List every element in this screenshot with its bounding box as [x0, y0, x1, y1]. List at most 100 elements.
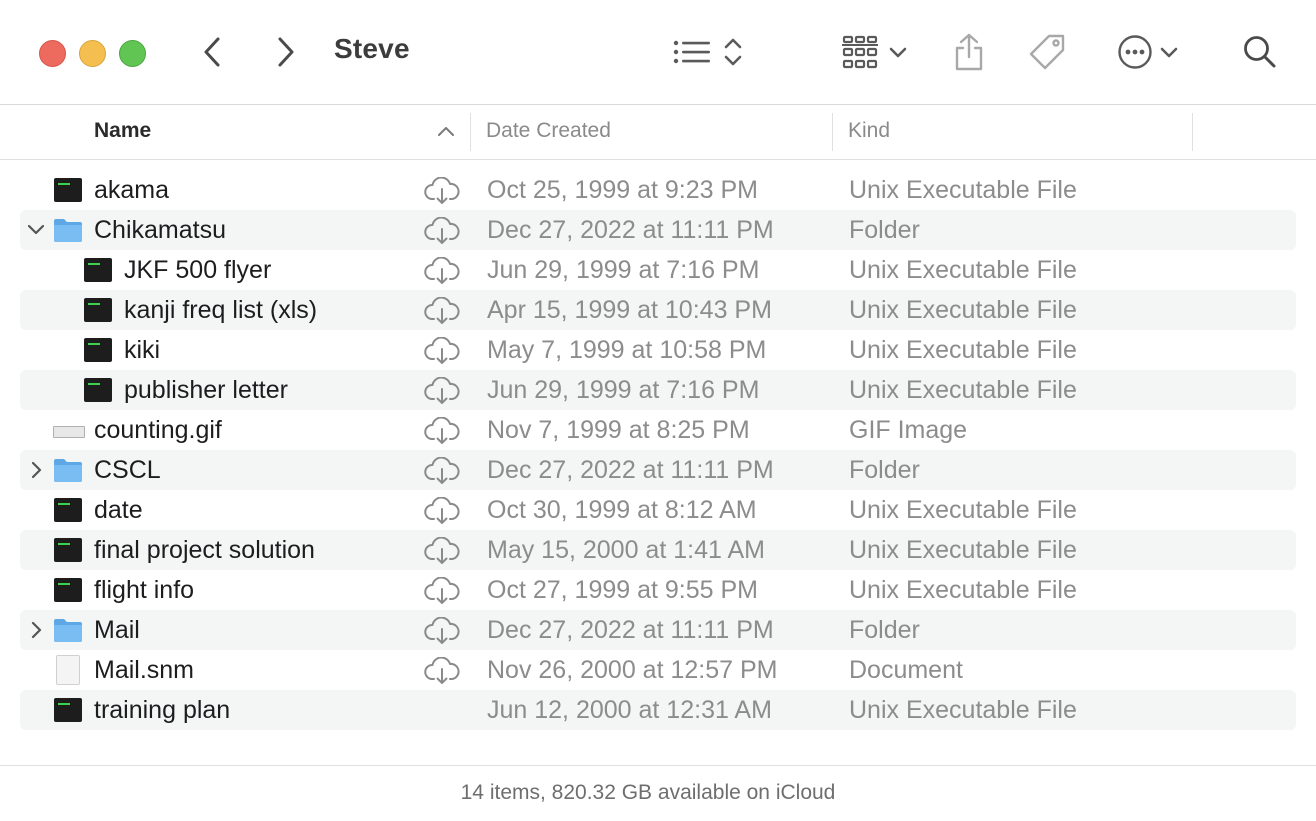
date-created: Jun 29, 1999 at 7:16 PM	[487, 256, 760, 284]
date-created: Dec 27, 2022 at 11:11 PM	[487, 616, 774, 644]
forward-icon	[278, 37, 294, 67]
file-row[interactable]: counting.gif Nov 7, 1999 at 8:25 PM GIF Im…	[20, 410, 1296, 450]
file-name: counting.gif	[94, 416, 222, 444]
date-created: Oct 30, 1999 at 8:12 AM	[487, 496, 757, 524]
folder-icon	[53, 457, 83, 482]
file-name: flight info	[94, 576, 195, 604]
icloud-download-icon[interactable]	[424, 336, 460, 365]
unix-executable-icon	[54, 538, 82, 562]
file-kind: Unix Executable File	[849, 696, 1077, 724]
date-created: Oct 25, 1999 at 9:23 PM	[487, 176, 758, 204]
tag-button[interactable]	[1024, 26, 1070, 78]
column-divider[interactable]	[832, 113, 833, 151]
chevron-down-icon	[1160, 47, 1178, 58]
file-row[interactable]: JKF 500 flyer Jun 29, 1999 at 7:16 PM Unix…	[20, 250, 1296, 290]
tag-icon	[1029, 34, 1065, 70]
file-row[interactable]: date Oct 30, 1999 at 8:12 AM Unix Executab…	[20, 490, 1296, 530]
file-row[interactable]: CSCL Dec 27, 2022 at 11:11 PM Folder	[20, 450, 1296, 490]
file-name: JKF 500 flyer	[124, 256, 272, 284]
file-row[interactable]: Mail Dec 27, 2022 at 11:11 PM Folder	[20, 610, 1296, 650]
unix-executable-icon	[84, 298, 112, 322]
document-icon	[56, 655, 80, 685]
unix-executable-icon	[54, 498, 82, 522]
share-icon	[955, 33, 983, 71]
unix-executable-icon	[54, 178, 82, 202]
share-button[interactable]	[948, 26, 990, 78]
icloud-download-icon[interactable]	[424, 256, 460, 285]
file-kind: Unix Executable File	[849, 496, 1077, 524]
icloud-download-icon[interactable]	[424, 296, 460, 325]
close-window-button[interactable]	[39, 40, 66, 67]
file-row[interactable]: publisher letter Jun 29, 1999 at 7:16 PM U…	[20, 370, 1296, 410]
date-created: May 7, 1999 at 10:58 PM	[487, 336, 767, 364]
disclosure-collapsed-icon[interactable]	[26, 620, 46, 640]
disclosure-collapsed-icon[interactable]	[26, 460, 46, 480]
icloud-download-icon[interactable]	[424, 496, 460, 525]
view-options-button[interactable]	[668, 26, 748, 78]
column-divider[interactable]	[1192, 113, 1193, 151]
unix-executable-icon	[84, 338, 112, 362]
icloud-download-icon[interactable]	[424, 416, 460, 445]
column-header-kind[interactable]: Kind	[848, 119, 890, 143]
toolbar: Steve	[0, 0, 1316, 105]
sort-ascending-icon[interactable]	[437, 124, 455, 138]
disclosure-expanded-icon[interactable]	[26, 220, 46, 240]
window-title: Steve	[334, 33, 410, 64]
back-icon	[204, 37, 220, 67]
icloud-download-icon[interactable]	[424, 176, 460, 205]
file-row[interactable]: kiki May 7, 1999 at 10:58 PM Unix Executab…	[20, 330, 1296, 370]
icloud-download-icon[interactable]	[424, 456, 460, 485]
chevron-down-icon	[889, 47, 907, 58]
file-name: publisher letter	[124, 376, 288, 404]
file-row[interactable]: kanji freq list (xls) Apr 15, 1999 at 10:…	[20, 290, 1296, 330]
icloud-download-icon[interactable]	[424, 216, 460, 245]
unix-executable-icon	[84, 378, 112, 402]
icloud-download-icon[interactable]	[424, 376, 460, 405]
sort-chevrons-icon	[724, 38, 742, 66]
zoom-window-button[interactable]	[119, 40, 146, 67]
file-name: Chikamatsu	[94, 216, 226, 244]
unix-executable-icon	[54, 578, 82, 602]
file-row[interactable]: training plan Jun 12, 2000 at 12:31 AM Uni…	[20, 690, 1296, 730]
column-header-bar: Name Date Created Kind	[0, 105, 1316, 160]
file-row[interactable]: flight info Oct 27, 1999 at 9:55 PM Unix E…	[20, 570, 1296, 610]
file-kind: GIF Image	[849, 416, 968, 444]
file-row[interactable]: Chikamatsu Dec 27, 2022 at 11:11 PM Folder	[20, 210, 1296, 250]
group-by-button[interactable]	[836, 26, 912, 78]
more-actions-button[interactable]	[1112, 26, 1184, 78]
icloud-download-icon[interactable]	[424, 656, 460, 685]
file-row[interactable]: akama Oct 25, 1999 at 9:23 PM Unix Executa…	[20, 170, 1296, 210]
group-by-icon	[842, 35, 878, 69]
date-created: Jun 12, 2000 at 12:31 AM	[487, 696, 772, 724]
date-created: Dec 27, 2022 at 11:11 PM	[487, 456, 774, 484]
gif-image-icon	[53, 426, 85, 438]
search-button[interactable]	[1240, 26, 1280, 78]
forward-button[interactable]	[268, 26, 302, 78]
file-name: akama	[94, 176, 170, 204]
list-view-icon	[673, 40, 710, 64]
back-button[interactable]	[196, 26, 230, 78]
icloud-download-icon[interactable]	[424, 616, 460, 645]
folder-icon	[53, 617, 83, 642]
column-divider[interactable]	[470, 113, 471, 151]
file-kind: Unix Executable File	[849, 296, 1077, 324]
file-kind: Unix Executable File	[849, 576, 1077, 604]
folder-icon	[53, 217, 83, 242]
unix-executable-icon	[84, 258, 112, 282]
file-row[interactable]: final project solution May 15, 2000 at 1:…	[20, 530, 1296, 570]
file-kind: Unix Executable File	[849, 256, 1077, 284]
date-created: Dec 27, 2022 at 11:11 PM	[487, 216, 774, 244]
icloud-download-icon[interactable]	[424, 576, 460, 605]
file-name: kanji freq list (xls)	[124, 296, 318, 324]
column-header-date-created[interactable]: Date Created	[486, 119, 611, 143]
minimize-window-button[interactable]	[79, 40, 106, 67]
file-kind: Document	[849, 656, 963, 684]
file-name: Mail	[94, 616, 140, 644]
file-name: kiki	[124, 336, 161, 364]
column-header-name[interactable]: Name	[94, 119, 151, 143]
file-row[interactable]: Mail.snm Nov 26, 2000 at 12:57 PM Document	[20, 650, 1296, 690]
icloud-download-icon[interactable]	[424, 536, 460, 565]
date-created: Oct 27, 1999 at 9:55 PM	[487, 576, 758, 604]
status-text: 14 items, 820.32 GB available on iCloud	[460, 781, 836, 804]
date-created: Nov 26, 2000 at 12:57 PM	[487, 656, 778, 684]
